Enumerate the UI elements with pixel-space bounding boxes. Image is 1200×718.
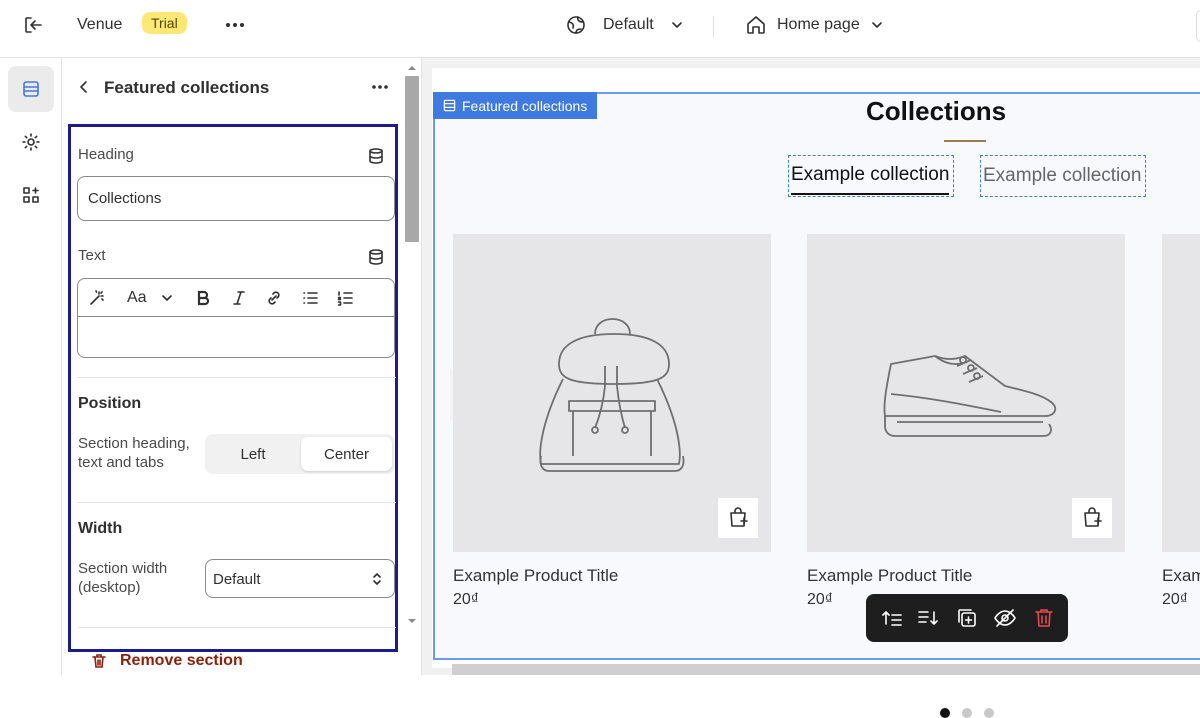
dynamic-source-icon[interactable] (367, 147, 385, 170)
section-tag-label: Featured collections (462, 97, 588, 114)
numbered-list-icon[interactable] (336, 289, 354, 307)
width-value: Default (213, 571, 261, 588)
scroll-thumb[interactable] (405, 76, 419, 242)
sections-icon[interactable] (8, 66, 54, 112)
position-toggle: Left Center (205, 434, 395, 474)
quick-add-button[interactable] (1072, 498, 1112, 538)
trial-badge: Trial (142, 12, 187, 34)
sections-icon (443, 99, 456, 112)
width-label-line2: (desktop) (78, 579, 141, 596)
editor-toolbar: Aa (78, 279, 394, 317)
bold-icon[interactable] (194, 289, 212, 307)
font-style-label[interactable]: Aa (127, 289, 147, 307)
bag-add-icon (730, 507, 748, 527)
theme-label: Default (603, 16, 654, 33)
position-label-line1: Section heading, (78, 435, 190, 452)
tab-label: Example collection (791, 157, 950, 195)
width-label-line1: Section width (78, 560, 168, 577)
divider (78, 502, 396, 503)
preview-canvas: Featured collections Collections Example… (422, 58, 1200, 718)
width-title: Width (78, 520, 123, 537)
move-up-icon[interactable] (880, 606, 904, 630)
settings-panel: Featured collections Heading Collections… (62, 58, 422, 675)
chevron-down-icon (671, 22, 682, 28)
collection-tab-active[interactable]: Example collection (788, 155, 954, 197)
bullet-list-icon[interactable] (301, 289, 319, 307)
home-icon (747, 16, 765, 34)
section-tag[interactable]: Featured collections (433, 92, 598, 119)
back-arrow-icon[interactable] (76, 79, 92, 100)
divider (713, 16, 714, 38)
collection-tab[interactable]: Example collection (980, 155, 1146, 197)
product-price: 20₫ (807, 591, 834, 608)
hide-icon[interactable] (993, 606, 1017, 630)
exit-icon[interactable] (22, 14, 44, 36)
chevron-down-icon (871, 22, 882, 28)
section-actions-toolbar (866, 594, 1068, 642)
page-label: Home page (777, 16, 860, 33)
quick-add-button[interactable] (718, 498, 758, 538)
collection-title: Collections (866, 96, 1007, 126)
heading-field[interactable]: Collections (77, 176, 395, 221)
position-title: Position (78, 395, 142, 412)
gear-icon[interactable] (8, 119, 54, 165)
store-name: Venue (77, 16, 123, 33)
position-left-option[interactable]: Left (208, 437, 298, 471)
product-price: 20₫ (1162, 591, 1189, 608)
duplicate-icon[interactable] (955, 606, 979, 630)
text-editor[interactable]: Aa (77, 278, 395, 358)
carousel-dot[interactable] (984, 708, 994, 718)
delete-icon[interactable] (1032, 606, 1056, 630)
page-selector[interactable]: Home page (745, 14, 884, 36)
product-image[interactable] (1162, 234, 1200, 552)
select-arrows-icon (373, 573, 381, 585)
dynamic-source-icon[interactable] (367, 248, 385, 271)
magic-icon[interactable] (88, 289, 106, 307)
scroll-up-icon[interactable] (407, 65, 417, 71)
divider (78, 627, 396, 628)
move-down-icon[interactable] (916, 606, 940, 630)
carousel-dot[interactable] (962, 708, 972, 718)
product-title[interactable]: Exam (1162, 566, 1200, 586)
chevron-down-icon[interactable] (160, 291, 174, 305)
globe-icon (567, 16, 585, 34)
link-icon[interactable] (265, 289, 283, 307)
canvas-horizontal-scrollbar[interactable] (452, 664, 1200, 675)
apps-icon[interactable] (8, 172, 54, 218)
more-icon[interactable] (370, 77, 390, 102)
carousel-dot-active[interactable] (940, 708, 950, 718)
more-icon[interactable] (224, 14, 246, 36)
product-price: 20₫ (453, 591, 480, 608)
side-rail (0, 58, 62, 675)
panel-header: Featured collections (62, 58, 402, 120)
trash-icon (92, 654, 106, 668)
divider (78, 377, 396, 378)
italic-icon[interactable] (230, 289, 248, 307)
section-width-select[interactable]: Default (205, 559, 395, 598)
remove-section-button[interactable]: Remove section (90, 652, 243, 670)
tab-label: Example collection (983, 165, 1142, 186)
product-title[interactable]: Example Product Title (807, 566, 972, 586)
edge-button[interactable] (1196, 10, 1200, 42)
title-underline (944, 140, 986, 142)
top-bar: Venue Trial Default Home page (0, 0, 1200, 58)
panel-title: Featured collections (104, 78, 270, 97)
product-title[interactable]: Example Product Title (453, 566, 618, 586)
scroll-down-icon[interactable] (407, 618, 417, 624)
panel-scrollbar[interactable] (402, 64, 421, 634)
heading-value: Collections (88, 190, 162, 207)
position-label-line2: text and tabs (78, 454, 164, 471)
remove-section-label: Remove section (120, 652, 243, 669)
bag-add-icon (1084, 507, 1102, 527)
position-center-option[interactable]: Center (301, 437, 392, 471)
heading-label: Heading (78, 146, 134, 163)
text-label: Text (78, 247, 106, 264)
settings-highlight: Heading Collections Text Aa Position Sec… (68, 124, 398, 652)
theme-selector[interactable]: Default (565, 14, 684, 36)
